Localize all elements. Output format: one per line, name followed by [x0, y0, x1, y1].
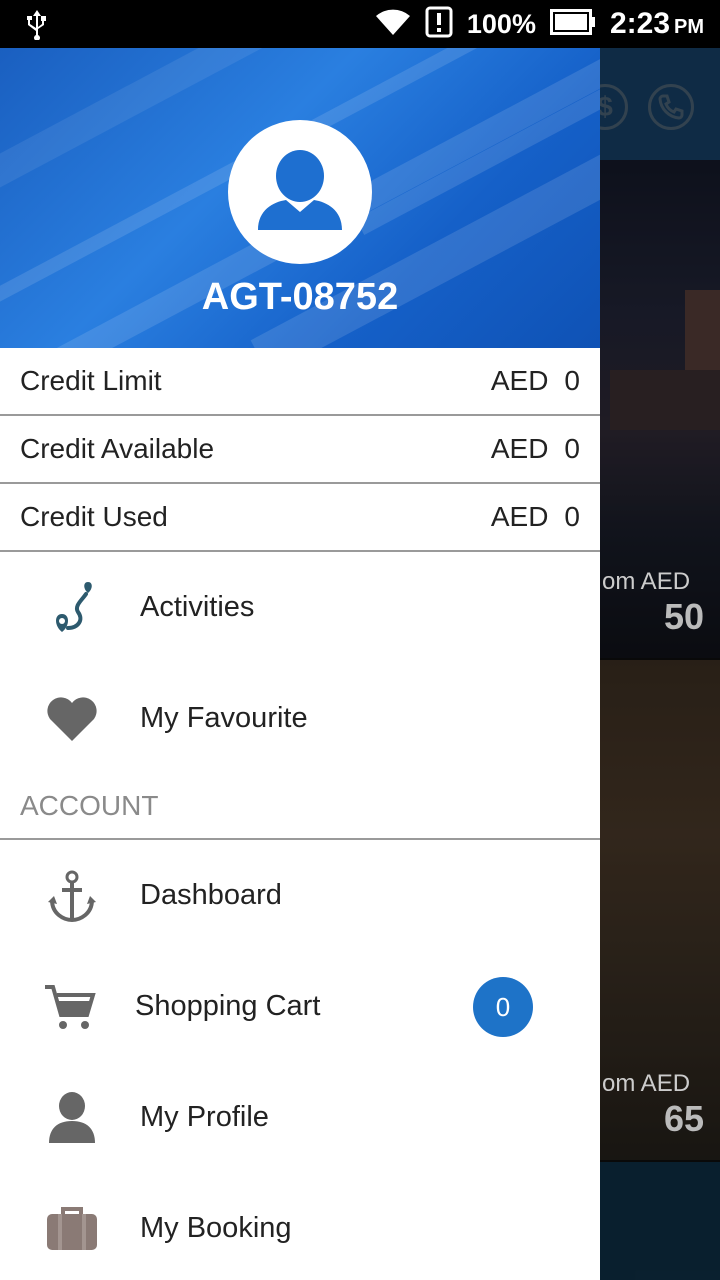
cart-icon [38, 975, 102, 1039]
credit-limit-row: Credit Limit AED 0 [0, 348, 600, 416]
currency: AED [490, 433, 549, 464]
credit-label: Credit Limit [20, 365, 162, 396]
wifi-icon [375, 8, 411, 41]
currency: AED [490, 365, 549, 396]
briefcase-icon [40, 1197, 104, 1261]
credit-value: AED 0 [491, 365, 580, 397]
menu-item-booking[interactable]: My Booking [0, 1173, 600, 1280]
clock-time: 2:23 [609, 7, 670, 40]
amount: 0 [564, 365, 580, 396]
amount: 0 [564, 433, 580, 464]
menu-item-label: My Favourite [140, 702, 308, 734]
navigation-drawer: AGT-08752 Credit Limit AED 0 Credit Avail… [0, 48, 600, 1280]
avatar[interactable] [228, 120, 372, 264]
person-icon [40, 1086, 104, 1150]
activities-pin-icon [40, 576, 104, 640]
credit-value: AED 0 [491, 501, 580, 533]
menu-item-label: Shopping Cart [135, 990, 321, 1022]
menu-item-activities[interactable]: Activities [0, 552, 600, 663]
price-label: om AED [602, 568, 691, 595]
credit-label: Credit Used [20, 501, 168, 532]
battery-icon [549, 8, 596, 40]
currency: AED [490, 501, 549, 532]
menu-item-label: Activities [140, 591, 255, 623]
section-title-account: ACCOUNT [0, 774, 600, 840]
usb-icon [24, 8, 50, 45]
credit-label: Credit Available [20, 433, 215, 464]
menu-item-label: My Booking [140, 1212, 292, 1244]
credit-used-row: Credit Used AED 0 [0, 484, 600, 552]
user-id: AGT-08752 [201, 276, 399, 318]
credit-available-row: Credit Available AED 0 [0, 416, 600, 484]
menu-item-shopping-cart[interactable]: Shopping Cart 0 [0, 951, 600, 1062]
menu-item-profile[interactable]: My Profile [0, 1062, 600, 1173]
menu-item-label: Dashboard [140, 879, 282, 911]
price-value: 50 [663, 596, 704, 637]
credit-value: AED 0 [491, 433, 580, 465]
cart-count-badge: 0 [473, 976, 533, 1037]
clock: 2:23 PM [610, 7, 704, 41]
clock-ampm: PM [674, 16, 704, 38]
anchor-icon [40, 864, 104, 928]
drawer-header: AGT-08752 [0, 48, 600, 348]
amount: 0 [564, 501, 580, 532]
alert-icon [425, 6, 453, 43]
price-label: om AED [602, 1070, 691, 1097]
battery-percentage: 100% [466, 8, 536, 39]
screen: 100% 2:23 PM $ om AED 50 om AED 65 AGT-0… [0, 0, 720, 1280]
person-icon [258, 150, 342, 230]
menu-item-label: My Profile [140, 1101, 269, 1133]
status-bar: 100% 2:23 PM [0, 0, 720, 48]
menu-item-dashboard[interactable]: Dashboard [0, 840, 600, 951]
heart-icon [40, 687, 104, 751]
price-value: 65 [663, 1098, 704, 1139]
menu-item-favourite[interactable]: My Favourite [0, 663, 600, 774]
